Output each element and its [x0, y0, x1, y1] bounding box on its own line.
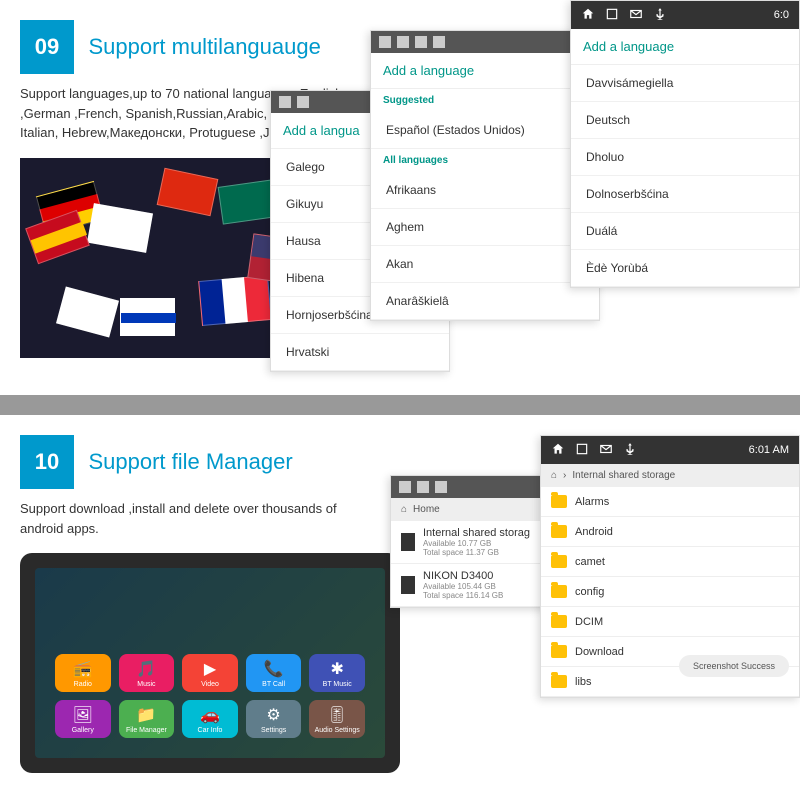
language-item[interactable]: Dolnoserbšćina	[571, 176, 799, 213]
folder-icon	[551, 675, 567, 688]
feature-description: Support download ,install and delete ove…	[20, 499, 360, 538]
app-radio[interactable]: 📻Radio	[55, 654, 111, 692]
storage-icon	[401, 576, 415, 594]
breadcrumb-home[interactable]: Home	[413, 504, 440, 515]
language-item[interactable]: Afrikaans	[371, 172, 599, 209]
language-item[interactable]: Akan	[371, 246, 599, 283]
feature-section-multilanguage: 09 Support multilanguauge Support langua…	[0, 0, 800, 395]
feature-number-badge: 10	[20, 435, 74, 489]
status-bar: 6:01 AM	[541, 436, 799, 464]
mail-icon	[415, 36, 427, 48]
mail-icon[interactable]	[599, 442, 613, 459]
mail-icon[interactable]	[629, 7, 643, 24]
mini-status-bar	[371, 31, 599, 53]
recent-icon[interactable]	[575, 442, 589, 459]
app-btcall[interactable]: 📞BT Call	[246, 654, 302, 692]
app-carinfo[interactable]: 🚗Car Info	[182, 700, 238, 738]
screen-header: Add a language	[571, 29, 799, 65]
toast-message: Screenshot Success	[679, 655, 789, 677]
home-icon	[279, 96, 291, 108]
feature-section-filemanager: 10 Support file Manager Support download…	[0, 415, 800, 800]
language-item[interactable]: Deutsch	[571, 102, 799, 139]
section-divider	[0, 395, 800, 415]
language-item[interactable]: Español (Estados Unidos)	[371, 112, 599, 149]
mail-icon	[435, 481, 447, 493]
language-list[interactable]: Davvisámegiella Deutsch Dholuo Dolnoserb…	[571, 65, 799, 287]
app-gallery[interactable]: 🖼Gallery	[55, 700, 111, 738]
app-audiosettings[interactable]: 🎚Audio Settings	[309, 700, 365, 738]
window-icon	[297, 96, 309, 108]
app-video[interactable]: ▶Video	[182, 654, 238, 692]
left-column: 10 Support file Manager Support download…	[0, 415, 380, 773]
recent-icon[interactable]	[605, 7, 619, 24]
usb-icon	[623, 442, 637, 459]
app-music[interactable]: 🎵Music	[119, 654, 175, 692]
breadcrumb[interactable]: ⌂ › Internal shared storage	[541, 464, 799, 487]
language-item[interactable]: Duálá	[571, 213, 799, 250]
language-screen-3: 6:0 Add a language Davvisámegiella Deuts…	[570, 0, 800, 288]
status-bar: 6:0	[571, 1, 799, 29]
section-label-suggested: Suggested	[371, 89, 599, 112]
status-time: 6:01 AM	[749, 444, 789, 456]
breadcrumb-path[interactable]: Internal shared storage	[572, 470, 675, 481]
folder-item[interactable]: DCIM	[541, 607, 799, 637]
language-item[interactable]: Hrvatski	[271, 334, 449, 371]
app-filemanager[interactable]: 📁File Manager	[119, 700, 175, 738]
storage-icon	[401, 533, 415, 551]
folder-item[interactable]: camet	[541, 547, 799, 577]
folder-icon	[551, 555, 567, 568]
section-label-all: All languages	[371, 149, 599, 172]
screen-header: Add a language	[371, 53, 599, 89]
window-icon	[397, 36, 409, 48]
folder-icon	[551, 585, 567, 598]
feature-title: Support file Manager	[88, 435, 292, 489]
folder-icon	[551, 495, 567, 508]
home-icon[interactable]	[581, 7, 595, 24]
app-grid: 📻Radio 🎵Music ▶Video 📞BT Call ✱BT Music …	[55, 654, 365, 738]
device-screen: 📻Radio 🎵Music ▶Video 📞BT Call ✱BT Music …	[35, 568, 385, 758]
home-icon[interactable]: ⌂	[551, 470, 557, 481]
language-item[interactable]: Èdè Yorùbá	[571, 250, 799, 287]
language-item[interactable]: Dholuo	[571, 139, 799, 176]
feature-title: Support multilanguauge	[88, 20, 320, 74]
app-btmusic[interactable]: ✱BT Music	[309, 654, 365, 692]
home-icon[interactable]: ⌂	[401, 504, 407, 515]
usb-icon	[433, 36, 445, 48]
feature-number-badge: 09	[20, 20, 74, 74]
folder-item[interactable]: config	[541, 577, 799, 607]
home-icon	[399, 481, 411, 493]
folder-icon	[551, 615, 567, 628]
language-item[interactable]: Anarâškielâ	[371, 283, 599, 320]
home-icon[interactable]	[551, 442, 565, 459]
language-item[interactable]: Aghem	[371, 209, 599, 246]
folder-item[interactable]: Android	[541, 517, 799, 547]
language-screen-2: Add a language Suggested Español (Estado…	[370, 30, 600, 321]
folder-icon	[551, 525, 567, 538]
status-time: 6:0	[774, 9, 789, 21]
folder-icon	[551, 645, 567, 658]
home-icon	[379, 36, 391, 48]
folder-item[interactable]: Alarms	[541, 487, 799, 517]
window-icon	[417, 481, 429, 493]
app-settings[interactable]: ⚙Settings	[246, 700, 302, 738]
filemanager-screen-2: 6:01 AM ⌂ › Internal shared storage Alar…	[540, 435, 800, 698]
usb-icon	[653, 7, 667, 24]
device-image: 📻Radio 🎵Music ▶Video 📞BT Call ✱BT Music …	[20, 553, 400, 773]
language-item[interactable]: Davvisámegiella	[571, 65, 799, 102]
